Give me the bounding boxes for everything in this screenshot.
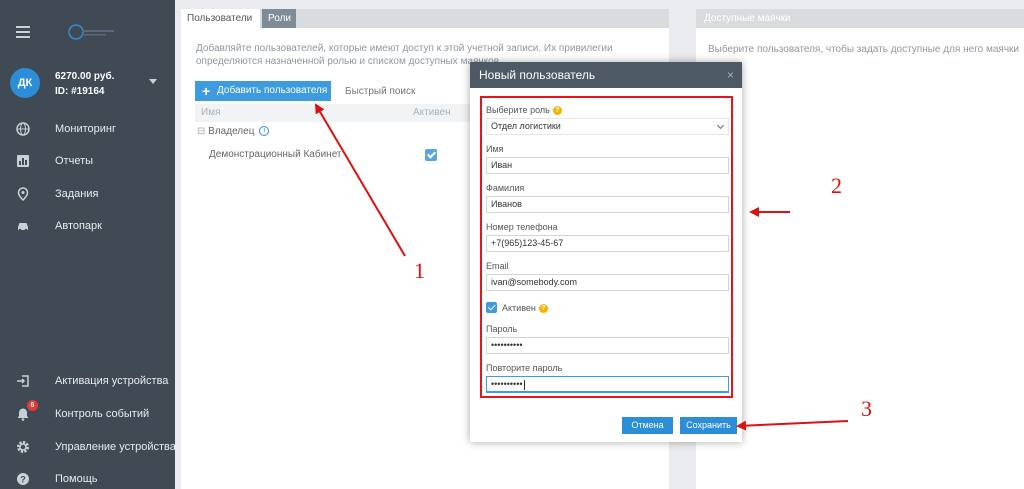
beacons-panel xyxy=(696,9,1024,489)
sidebar-item-monitoring[interactable]: Мониторинг xyxy=(0,113,175,145)
active-checkbox[interactable] xyxy=(486,302,497,313)
last-name-field[interactable]: Иванов xyxy=(486,196,729,213)
first-name-field[interactable]: Иван xyxy=(486,157,729,174)
sidebar-item-label: Помощь xyxy=(55,473,98,485)
info-icon[interactable]: i xyxy=(259,126,270,137)
cancel-button[interactable]: Отмена xyxy=(622,417,673,434)
sidebar-item-device-management[interactable]: Управление устройствами xyxy=(0,431,190,463)
sidebar-item-label: Задания xyxy=(55,188,99,200)
svg-text:?: ? xyxy=(20,475,26,485)
password-field[interactable]: •••••••••• xyxy=(486,337,729,354)
tab-bar: Пользователи Роли xyxy=(181,9,669,28)
dialog-header: Новый пользователь × xyxy=(470,62,742,88)
sidebar-item-help[interactable]: ? Помощь xyxy=(0,463,175,489)
help-icon: ? xyxy=(17,473,29,485)
phone-field[interactable]: +7(965)123-45-67 xyxy=(486,235,729,252)
table-row-name[interactable]: Демонстрационный Кабинет xyxy=(209,149,342,160)
sidebar-item-tasks[interactable]: Задания xyxy=(0,178,175,210)
text-cursor xyxy=(523,379,525,390)
car-icon xyxy=(18,223,28,232)
dialog-title: Новый пользователь xyxy=(479,68,596,82)
new-user-dialog: Новый пользователь × Выберите роль? Отде… xyxy=(470,62,742,442)
help-icon[interactable]: ? xyxy=(538,304,548,314)
sidebar-item-label: Автопарк xyxy=(55,220,102,232)
add-user-label: Добавить пользователя xyxy=(217,85,328,96)
avatar: ДК xyxy=(10,68,40,98)
sidebar-item-label: Управление устройствами xyxy=(55,441,190,453)
map-pin-icon xyxy=(17,187,29,201)
notification-badge: 6 xyxy=(27,400,38,411)
quick-search-input[interactable] xyxy=(343,81,473,101)
group-label: Владелец xyxy=(208,126,255,137)
group-row-owner[interactable]: ⊟ Владелец i xyxy=(197,126,270,137)
beacons-panel-hint: Выберите пользователя, чтобы задать дост… xyxy=(708,44,1019,55)
sidebar-item-label: Отчеты xyxy=(55,155,94,167)
gear-icon xyxy=(17,441,29,453)
step-number-3: 3 xyxy=(861,396,872,421)
sidebar: ДК 6270.00 руб. ID: #19164 Мониторинг От… xyxy=(0,0,190,489)
sidebar-item-reports[interactable]: Отчеты xyxy=(0,145,175,177)
login-icon xyxy=(17,375,29,387)
globe-icon xyxy=(16,122,30,136)
active-label: Активен? xyxy=(502,303,548,314)
role-label: Выберите роль? xyxy=(486,105,562,116)
bar-chart-icon xyxy=(17,155,29,167)
save-button[interactable]: Сохранить xyxy=(680,417,737,434)
collapse-icon[interactable]: ⊟ xyxy=(197,126,205,137)
sidebar-item-label: Активация устройства xyxy=(55,375,169,387)
active-checkbox[interactable] xyxy=(425,149,437,161)
account-id: ID: #19164 xyxy=(55,86,105,97)
role-select[interactable]: Отдел логистики xyxy=(486,118,729,135)
beacons-panel-title: Доступные маячки xyxy=(696,9,1024,28)
sidebar-item-device-activation[interactable]: Активация устройства xyxy=(0,365,175,397)
tab-users[interactable]: Пользователи xyxy=(181,9,260,28)
tab-roles[interactable]: Роли xyxy=(262,9,296,28)
step-number-1: 1 xyxy=(414,258,425,283)
phone-label: Номер телефона xyxy=(486,222,558,232)
sidebar-item-event-control[interactable]: 6 Контроль событий xyxy=(0,398,175,430)
sidebar-item-label: Контроль событий xyxy=(55,408,150,420)
password-repeat-label: Повторите пароль xyxy=(486,363,563,373)
chevron-down-icon xyxy=(716,121,725,130)
email-field[interactable]: ivan@somebody.com xyxy=(486,274,729,291)
column-header-active[interactable]: Активен xyxy=(413,104,451,122)
new-user-form: Выберите роль? Отдел логистики Имя Иван … xyxy=(480,96,733,398)
password-repeat-field[interactable]: •••••••••• xyxy=(486,376,729,393)
menu-icon[interactable] xyxy=(16,26,30,41)
sidebar-item-label: Мониторинг xyxy=(55,123,117,135)
company-logo xyxy=(68,24,114,40)
close-icon[interactable]: × xyxy=(727,62,734,88)
password-label: Пароль xyxy=(486,324,518,334)
sidebar-item-fleet[interactable]: Автопарк xyxy=(0,210,175,242)
add-user-button[interactable]: + Добавить пользователя xyxy=(195,81,331,101)
step-number-2: 2 xyxy=(831,173,842,198)
account-balance: 6270.00 руб. xyxy=(55,71,115,82)
account-switcher[interactable]: ДК 6270.00 руб. ID: #19164 xyxy=(0,60,175,108)
chevron-down-icon[interactable] xyxy=(149,79,157,84)
plus-icon: + xyxy=(202,83,211,99)
column-header-name[interactable]: Имя xyxy=(201,104,220,122)
help-icon[interactable]: ? xyxy=(552,106,562,116)
email-label: Email xyxy=(486,261,509,271)
last-name-label: Фамилия xyxy=(486,183,525,193)
first-name-label: Имя xyxy=(486,144,504,154)
